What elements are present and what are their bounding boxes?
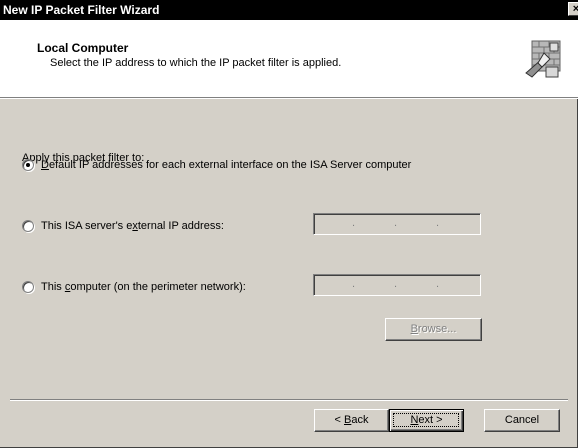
focus-rect — [393, 413, 459, 427]
wizard-content: Apply this packet filter to: Default IP … — [0, 99, 578, 401]
wizard-window: New IP Packet Filter Wizard × Local Comp… — [0, 0, 578, 448]
wizard-firewall-icon — [525, 40, 561, 78]
radio-perimeter-computer-label[interactable]: This computer (on the perimeter network)… — [41, 281, 246, 293]
ip-dot: . — [436, 217, 440, 229]
external-ip-field[interactable]: . . . — [313, 213, 481, 235]
page-title: Local Computer — [37, 41, 129, 55]
title-bar[interactable]: New IP Packet Filter Wizard × — [0, 0, 578, 20]
close-icon[interactable]: × — [568, 2, 578, 16]
footer-separator-highlight — [10, 400, 568, 401]
page-subtitle: Select the IP address to which the IP pa… — [50, 57, 342, 69]
browse-button[interactable]: Browse... — [385, 318, 482, 341]
back-button[interactable]: < Back — [314, 409, 389, 432]
ip-dot: . — [394, 217, 398, 229]
ip-dot: . — [352, 217, 356, 229]
ip-dot: . — [352, 278, 356, 290]
radio-default-ip[interactable] — [22, 159, 34, 171]
radio-external-ip-label[interactable]: This ISA server's external IP address: — [41, 220, 224, 232]
radio-default-ip-label[interactable]: Default IP addresses for each external i… — [41, 159, 411, 171]
wizard-header: Local Computer Select the IP address to … — [0, 20, 578, 98]
perimeter-ip-field[interactable]: . . . — [313, 274, 481, 296]
radio-perimeter-computer[interactable] — [22, 281, 34, 293]
next-button[interactable]: Next > — [389, 409, 464, 432]
radio-external-ip[interactable] — [22, 220, 34, 232]
cancel-button[interactable]: Cancel — [484, 409, 560, 432]
ip-dot: . — [394, 278, 398, 290]
window-title: New IP Packet Filter Wizard — [3, 3, 160, 17]
ip-dot: . — [436, 278, 440, 290]
